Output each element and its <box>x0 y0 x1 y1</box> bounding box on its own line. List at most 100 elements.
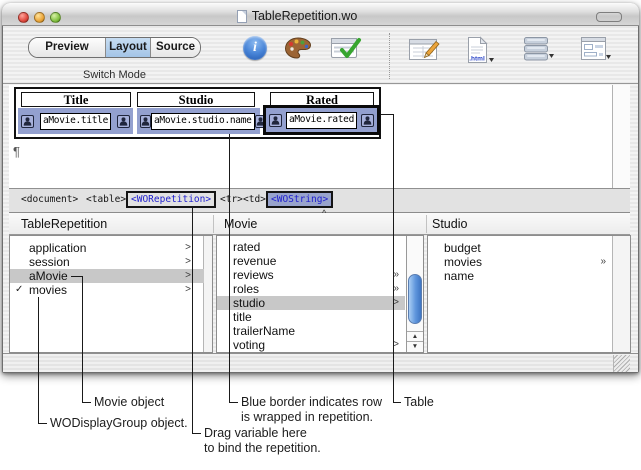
figure-canvas: TableRepetition.wo Preview Layout Source… <box>0 0 641 470</box>
toolbar: Preview Layout Source Switch Mode i Insp… <box>3 26 638 84</box>
binding-value: aMovie.title <box>40 113 111 130</box>
dropdown-arrow-icon <box>606 55 611 59</box>
editor-vertical-scrollbar[interactable] <box>612 85 630 188</box>
browser-item-reviews[interactable]: reviews » <box>217 268 405 282</box>
to-one-chevron-icon: > <box>185 270 191 282</box>
scrollbar-thumb[interactable] <box>408 274 422 324</box>
segment-preview[interactable]: Preview <box>29 38 106 57</box>
path-item-document[interactable]: <document> <box>21 194 78 205</box>
browser-item-movies[interactable]: ✓ movies > <box>10 283 204 297</box>
callout-text-blue-line2: is wrapped in repetition. <box>241 410 373 425</box>
browser-item-trailername[interactable]: trailerName <box>217 324 405 338</box>
path-item-td[interactable]: <td> <box>243 194 266 205</box>
paragraph-mark: ¶ <box>13 144 20 159</box>
table-header-title[interactable]: Title <box>21 92 131 107</box>
column-scroll-track[interactable] <box>612 236 630 352</box>
browser-column-studio: budget movies » name <box>427 235 631 353</box>
item-label: studio <box>233 296 265 310</box>
window-bottom-bar <box>3 353 638 372</box>
browser-item-roles[interactable]: roles » <box>217 282 405 296</box>
callout-text-table: Table <box>404 395 434 410</box>
window-title: TableRepetition.wo <box>252 9 358 23</box>
forms-button[interactable]: Forms <box>564 36 628 62</box>
scroll-up-hint-icon: ^ <box>322 208 326 218</box>
path-item-tr[interactable]: <tr> <box>220 194 243 205</box>
repetition-cell-rated-selected[interactable]: aMovie.rated <box>263 105 380 135</box>
item-label: aMovie <box>29 269 68 283</box>
validation-button[interactable]: Validation <box>314 36 378 62</box>
item-label: rated <box>233 240 260 254</box>
callout-line-wodisplaygroup <box>38 423 47 424</box>
to-one-chevron-icon: > <box>185 284 191 296</box>
switch-mode-segmented-control: Preview Layout Source <box>28 37 201 58</box>
resize-grip[interactable] <box>613 355 630 372</box>
minimize-button[interactable] <box>34 12 45 23</box>
bound-checkmark-icon: ✓ <box>15 283 23 297</box>
browser-item-amovie-selected[interactable]: aMovie > <box>10 269 204 283</box>
zoom-button[interactable] <box>50 12 61 23</box>
browser-item-budget[interactable]: budget <box>428 241 614 255</box>
to-many-chevron-icon: » <box>600 256 606 268</box>
browser-item-studio-selected[interactable]: studio > <box>217 296 405 310</box>
component-edit-canvas[interactable]: Title Studio Rated aMovie.title aMovie.s… <box>9 85 630 188</box>
static-button[interactable]: .html Static <box>448 36 512 69</box>
column-scroll-track[interactable] <box>203 236 212 352</box>
browser-column-title-component: TableRepetition <box>21 217 107 231</box>
to-one-chevron-icon: > <box>185 242 191 254</box>
item-label: roles <box>233 282 259 296</box>
item-label: revenue <box>233 254 276 268</box>
browser-item-rated[interactable]: rated <box>217 240 405 254</box>
browser-item-application[interactable]: application > <box>10 241 204 255</box>
callout-line-table <box>393 402 401 403</box>
binding-value: aMovie.studio.name <box>151 113 255 130</box>
header-divider <box>426 215 427 233</box>
binding-value: aMovie.rated <box>286 112 357 129</box>
item-label: movies <box>444 255 482 269</box>
wostring-element-icon <box>140 115 151 128</box>
toolbar-toggle-button[interactable] <box>596 12 622 22</box>
callout-text-wodisplaygroup: WODisplayGroup object. <box>50 416 188 431</box>
segment-layout[interactable]: Layout <box>106 38 151 57</box>
to-one-chevron-icon: > <box>393 297 399 309</box>
item-label: title <box>233 310 252 324</box>
segment-source[interactable]: Source <box>151 38 200 57</box>
wostring-element-icon <box>21 115 34 128</box>
callout-text-drag-line2: to bind the repetition. <box>204 441 321 456</box>
browser-item-title[interactable]: title <box>217 310 405 324</box>
callout-line-drag-variable <box>192 208 193 433</box>
to-one-chevron-icon: > <box>393 339 399 351</box>
browser-item-voting[interactable]: voting > <box>217 338 405 352</box>
item-label: voting <box>233 338 265 352</box>
browser-item-revenue[interactable]: revenue <box>217 254 405 268</box>
switch-mode-label: Switch Mode <box>28 69 201 81</box>
dynamic-element-icon <box>507 36 571 62</box>
browser-item-session[interactable]: session > <box>10 255 204 269</box>
callout-text-drag-line1: Drag variable here <box>204 426 307 441</box>
callout-line-wodisplaygroup <box>38 297 39 423</box>
html-badge: .html <box>469 56 485 63</box>
browser-column-component: application > session > aMovie > ✓ movie… <box>9 235 213 353</box>
browser-item-name[interactable]: name <box>428 269 614 283</box>
browser-column-title-studio: Studio <box>432 217 467 231</box>
dynamic-button[interactable]: Dynamic <box>507 36 571 62</box>
browser-header-bar: ^ TableRepetition Movie Studio <box>9 213 630 235</box>
title-bar[interactable]: TableRepetition.wo <box>2 3 639 26</box>
toolbar-separator <box>389 33 390 79</box>
to-many-chevron-icon: » <box>393 269 399 281</box>
path-item-worepetition[interactable]: <WORepetition> <box>126 191 216 208</box>
path-item-wostring-selected[interactable]: <WOString> <box>266 191 333 208</box>
repetition-cell-studio[interactable]: aMovie.studio.name <box>137 108 260 134</box>
scroll-down-button[interactable]: ▼ <box>407 341 423 352</box>
path-item-table[interactable]: <table> <box>86 194 126 205</box>
repetition-cell-title[interactable]: aMovie.title <box>18 108 133 134</box>
callout-line-movie-object <box>82 276 83 402</box>
close-button[interactable] <box>18 12 29 23</box>
item-label: trailerName <box>233 324 295 338</box>
table-header-studio[interactable]: Studio <box>137 92 255 107</box>
inspector-icon: i <box>243 36 267 60</box>
movie-column-scrollbar[interactable]: ▲ ▼ <box>406 236 423 352</box>
html-table-element[interactable]: Title Studio Rated aMovie.title aMovie.s… <box>14 87 381 139</box>
browser-item-movies-rel[interactable]: movies » <box>428 255 614 269</box>
item-label: budget <box>444 241 481 255</box>
wostring-element-icon <box>269 114 282 127</box>
